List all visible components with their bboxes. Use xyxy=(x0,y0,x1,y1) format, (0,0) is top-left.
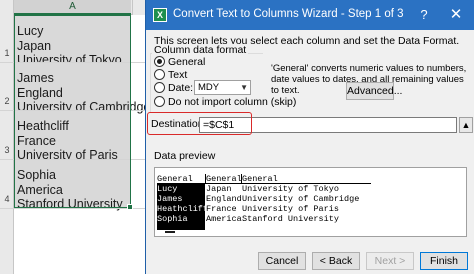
radio-label-skip: Do not import column (skip) xyxy=(168,96,297,108)
preview-cell: Heathcliff xyxy=(157,204,209,214)
destination-input[interactable]: =$C$1 xyxy=(199,117,457,133)
preview-cell: University of Cambridge xyxy=(242,194,360,204)
column-format-label: Column data format xyxy=(152,44,249,56)
row-divider xyxy=(0,208,147,209)
row-number-1[interactable]: 1 xyxy=(0,48,14,58)
text-to-columns-dialog: X Convert Text to Columns Wizard - Step … xyxy=(145,0,474,274)
preview-cell: University of Tokyo xyxy=(242,184,339,194)
preview-column-2[interactable]: Japan England France America xyxy=(206,184,242,224)
cell-line: James xyxy=(17,71,54,85)
preview-cell: Sophia xyxy=(157,214,188,224)
date-format-select[interactable]: MDY ▼ xyxy=(194,80,251,95)
radio-skip[interactable]: Do not import column (skip) xyxy=(154,96,296,110)
radio-label-date: Date: xyxy=(168,82,194,94)
preview-cell: America xyxy=(206,214,242,224)
close-icon[interactable]: ✕ xyxy=(440,2,472,28)
cell-line: England xyxy=(17,85,63,100)
cell-a2[interactable]: James England University of Cambridge xyxy=(15,63,150,114)
radio-dot-icon xyxy=(154,96,165,107)
preview-cell: Lucy xyxy=(157,184,178,194)
fill-handle[interactable] xyxy=(127,204,133,210)
cell-line: Japan xyxy=(17,38,52,53)
back-button[interactable]: < Back xyxy=(312,252,360,270)
next-button[interactable]: Next > xyxy=(366,252,414,270)
preview-cell: University of Paris xyxy=(242,204,339,214)
row-number-2[interactable]: 2 xyxy=(0,96,14,106)
title-bar[interactable]: X Convert Text to Columns Wizard - Step … xyxy=(146,0,474,30)
cell-line: Stanford University xyxy=(17,197,123,211)
finish-button[interactable]: Finish xyxy=(420,252,468,270)
excel-app-icon: X xyxy=(153,8,167,22)
scrollbar-thumb[interactable] xyxy=(165,231,175,233)
preview-cell: Japan xyxy=(206,184,232,194)
cell-line: Lucy xyxy=(17,24,44,38)
radio-dot-selected-icon xyxy=(154,56,165,67)
cell-a4[interactable]: Sophia America Stanford University xyxy=(15,160,131,211)
advanced-button[interactable]: Advanced... xyxy=(346,82,402,100)
preview-cell: James xyxy=(157,194,183,204)
preview-column-3[interactable]: University of Tokyo University of Cambri… xyxy=(242,184,372,224)
spreadsheet: A Lucy Japan University of Tokyo 1 James… xyxy=(0,0,150,274)
preview-cell: Stanford University xyxy=(242,214,339,224)
help-icon[interactable]: ? xyxy=(414,5,434,25)
row-number-3[interactable]: 3 xyxy=(0,145,14,155)
column-header-a[interactable]: A xyxy=(14,0,131,15)
cell-line: Heathcliff xyxy=(17,119,69,133)
cell-line: France xyxy=(17,133,56,148)
data-preview-pane[interactable]: General General General Lucy James Heath… xyxy=(154,167,467,237)
preview-header-3: General xyxy=(241,174,371,184)
preview-header-2: General xyxy=(205,174,242,184)
dialog-title: Convert Text to Columns Wizard - Step 1 … xyxy=(173,8,404,20)
radio-dot-icon xyxy=(154,69,165,80)
radio-date[interactable]: Date: xyxy=(154,82,193,96)
preview-scrollbar[interactable] xyxy=(155,230,466,236)
row-number-4[interactable]: 4 xyxy=(0,194,14,204)
preview-cell: France xyxy=(206,204,237,214)
cell-a3[interactable]: Heathcliff France University of Paris xyxy=(15,111,131,162)
preview-column-1[interactable]: Lucy James Heathcliff Sophia xyxy=(157,184,209,230)
radio-label-text: Text xyxy=(168,69,188,81)
data-preview-label: Data preview xyxy=(154,150,216,162)
cancel-button[interactable]: Cancel xyxy=(258,252,306,270)
preview-header-1: General xyxy=(157,174,205,184)
collapse-dialog-icon[interactable]: ▲ xyxy=(459,117,473,133)
cell-line: Sophia xyxy=(17,168,56,182)
cell-a1[interactable]: Lucy Japan University of Tokyo xyxy=(15,16,131,67)
radio-label-general: General xyxy=(168,56,206,68)
preview-cell: England xyxy=(206,194,242,204)
chevron-down-icon: ▼ xyxy=(240,83,248,92)
radio-text[interactable]: Text xyxy=(154,69,187,83)
date-format-value: MDY xyxy=(198,82,220,93)
radio-general[interactable]: General xyxy=(154,56,205,70)
radio-dot-icon xyxy=(154,82,165,93)
select-all-corner[interactable] xyxy=(0,0,14,15)
cell-line: America xyxy=(17,182,63,197)
